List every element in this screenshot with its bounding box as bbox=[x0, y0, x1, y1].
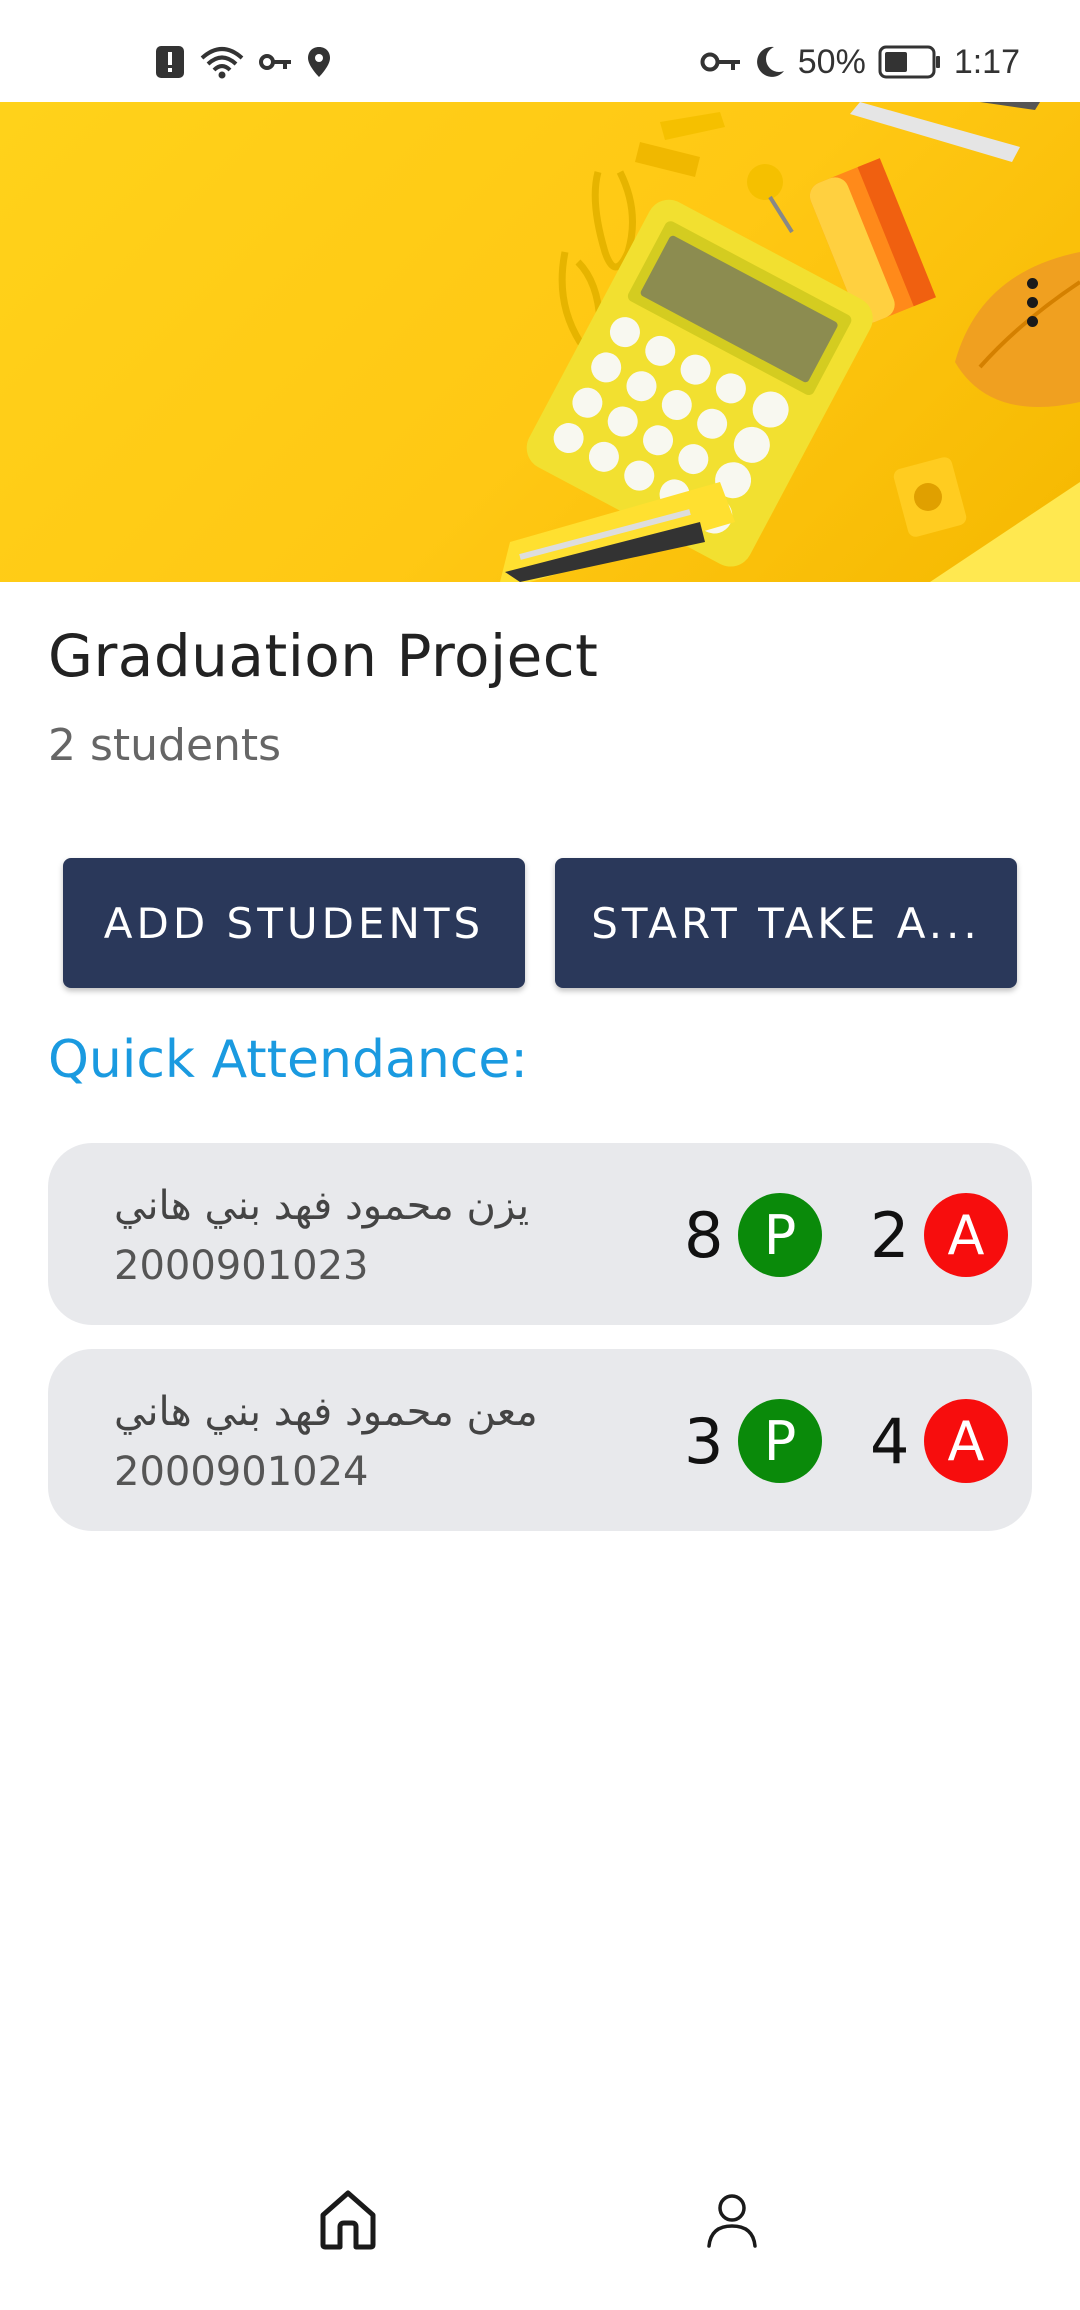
location-icon bbox=[307, 46, 331, 78]
status-right-icons: 50% 1:17 bbox=[700, 38, 1020, 86]
absent-count: 2 bbox=[870, 1199, 910, 1272]
status-left-icons bbox=[155, 40, 331, 84]
alert-icon bbox=[155, 45, 185, 79]
status-bar: 50% 1:17 bbox=[0, 0, 1080, 102]
stationery-illustration bbox=[500, 102, 1080, 582]
course-title: Graduation Project bbox=[48, 622, 599, 690]
profile-icon[interactable] bbox=[672, 2170, 792, 2270]
clock-time: 1:17 bbox=[953, 42, 1020, 81]
student-id: 2000901024 bbox=[114, 1449, 369, 1495]
quick-attendance-heading: Quick Attendance: bbox=[48, 1030, 528, 1090]
absent-count: 4 bbox=[870, 1405, 910, 1478]
present-button[interactable]: P bbox=[738, 1193, 822, 1277]
battery-percent: 50% bbox=[797, 42, 866, 81]
student-name: يزن محمود فهد بني هاني bbox=[114, 1183, 530, 1229]
present-button[interactable]: P bbox=[738, 1399, 822, 1483]
course-banner bbox=[0, 102, 1080, 582]
moon-icon bbox=[754, 45, 786, 79]
absent-button[interactable]: A bbox=[924, 1193, 1008, 1277]
student-name: معن محمود فهد بني هاني bbox=[114, 1389, 538, 1435]
battery-icon bbox=[878, 45, 942, 79]
key-icon bbox=[259, 52, 293, 72]
student-count: 2 students bbox=[48, 720, 282, 771]
add-students-button[interactable]: ADD STUDENTS bbox=[63, 858, 525, 988]
absent-button[interactable]: A bbox=[924, 1399, 1008, 1483]
wifi-icon bbox=[199, 44, 245, 80]
start-attendance-button[interactable]: START TAKE A... bbox=[555, 858, 1017, 988]
bottom-navigation bbox=[0, 2150, 1080, 2310]
student-card[interactable]: يزن محمود فهد بني هاني 2000901023 8 P 2 … bbox=[48, 1143, 1032, 1325]
student-card[interactable]: معن محمود فهد بني هاني 2000901024 3 P 4 … bbox=[48, 1349, 1032, 1531]
home-icon[interactable] bbox=[288, 2170, 408, 2270]
present-count: 3 bbox=[684, 1405, 724, 1478]
present-count: 8 bbox=[684, 1199, 724, 1272]
student-id: 2000901023 bbox=[114, 1243, 369, 1289]
key-icon bbox=[700, 50, 742, 74]
more-vert-icon[interactable] bbox=[1012, 257, 1052, 347]
